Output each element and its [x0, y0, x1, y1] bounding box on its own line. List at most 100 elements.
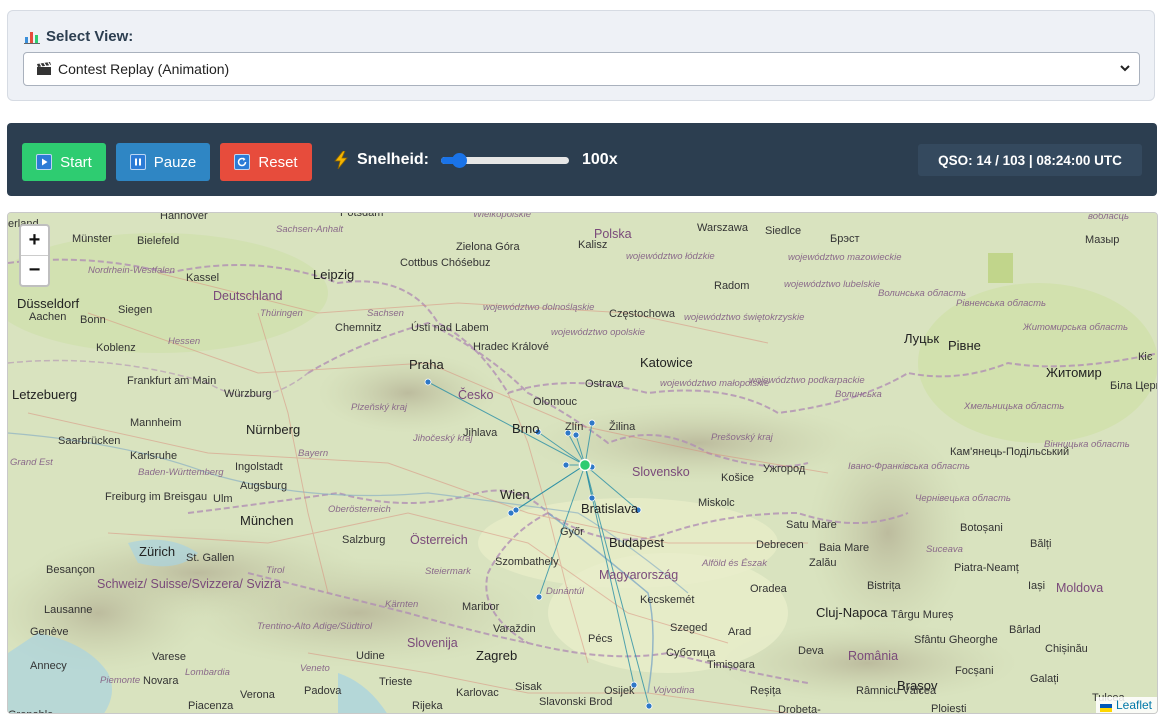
map-label: Radom [714, 280, 750, 292]
lightning-icon [334, 151, 348, 169]
map-label: Genève [30, 626, 69, 638]
view-selector-panel: Select View: Contest Replay (Animation) [7, 10, 1155, 101]
map-label: Kalisz [578, 239, 608, 251]
qso-station-marker [588, 419, 596, 427]
map-label: Wielkopolskie [473, 212, 531, 220]
map-label: Steiermark [425, 566, 471, 577]
map-label: Novara [143, 675, 179, 687]
map-label: Iași [1028, 580, 1046, 592]
map-label: Hradec Králové [473, 341, 549, 353]
map-label: Ужгород [763, 463, 806, 475]
ukraine-flag-icon [1099, 701, 1112, 712]
map-label: Jihočeský kraj [413, 433, 473, 444]
map-label: Piacenza [188, 700, 234, 712]
bar-chart-icon [24, 29, 40, 44]
map-label: Хмельницька область [964, 401, 1065, 412]
map-label: Ploiești [931, 703, 967, 714]
map-label: Olomouc [533, 396, 578, 408]
map-label: Sisak [515, 681, 542, 693]
map-label: województwo dolnośląskie [483, 302, 595, 313]
pause-button-label: Pauze [153, 153, 197, 171]
map-label: Brno [512, 421, 540, 436]
map-label: Lausanne [44, 604, 93, 616]
map-label: Grenoble [8, 709, 53, 713]
map-label: Trentino-Alto Adige/Südtirol [257, 621, 373, 632]
zoom-control: + − [19, 224, 50, 287]
view-selector-label: Select View: [24, 28, 133, 45]
map-label: Focșani [955, 665, 994, 677]
map-label: St. Gallen [186, 552, 235, 564]
map-label: Plzeňský kraj [351, 402, 407, 413]
leaflet-link[interactable]: Leaflet [1116, 698, 1152, 712]
map-label: Sachsen [367, 308, 404, 319]
map-label: Cottbus Chóśebuz [400, 257, 491, 269]
map-label: Ústí nad Labem [411, 322, 489, 334]
pause-icon [129, 154, 146, 170]
map-label: Sachsen-Anhalt [276, 224, 344, 235]
map-label: Prešovský kraj [711, 432, 773, 443]
map-label: województwo mazowieckie [788, 252, 902, 263]
speed-label-text: Snelheid: [357, 151, 430, 168]
home-station-marker [578, 458, 592, 472]
map-label: Satu Mare [786, 519, 837, 531]
map-label: Frankfurt am Main [127, 375, 217, 387]
map-label: Oradea [750, 583, 787, 595]
view-select-dropdown[interactable]: Contest Replay (Animation) [23, 52, 1140, 86]
start-button[interactable]: Start [22, 143, 106, 181]
map-label: Dunántúl [546, 586, 585, 597]
map-label: Besançon [46, 564, 95, 576]
map-label: Leipzig [313, 267, 355, 282]
map-label: Częstochowa [609, 308, 676, 320]
speed-value: 100x [582, 151, 618, 168]
map-label: Івано-Франківська область [848, 461, 970, 472]
map-label: Baia Mare [819, 542, 870, 554]
map-label: Praha [409, 357, 444, 372]
map-label: Letzebuerg [12, 387, 78, 402]
map-label: Karlovac [456, 687, 499, 699]
map-label: Râmnicu Vâlcea [856, 685, 937, 697]
pause-button[interactable]: Pauze [116, 143, 210, 181]
map-label: Trieste [379, 676, 413, 688]
map-label: Zalău [809, 557, 837, 569]
map-label: Hessen [168, 336, 201, 347]
speed-label: Snelheid: [333, 151, 429, 169]
map-label: Slovensko [632, 465, 690, 479]
map-label: Житомир [1046, 365, 1102, 380]
map-label: Брэст [830, 233, 860, 245]
map-label: Miskolc [698, 497, 735, 509]
map-label: Суботица [666, 647, 716, 659]
map-label: Botoșani [960, 522, 1003, 534]
map-label: Budapest [609, 535, 664, 550]
map-label: Bayern [298, 448, 329, 459]
map-label: województwo opolskie [551, 327, 645, 338]
map-label: Maribor [462, 601, 500, 613]
map-label: Siegen [118, 304, 153, 316]
map-label: Zielona Góra [456, 241, 520, 253]
map-label: Cluj-Napoca [816, 605, 888, 620]
map-attribution[interactable]: Leaflet [1095, 697, 1157, 713]
speed-slider-thumb[interactable] [451, 153, 467, 168]
start-button-label: Start [60, 153, 92, 171]
map-label: Suceava [926, 544, 963, 555]
map-label: Karlsruhe [130, 450, 178, 462]
map-label: Bârlad [1009, 624, 1041, 636]
map-label: Siedlce [765, 225, 802, 237]
speed-slider[interactable] [441, 153, 569, 168]
reset-button[interactable]: Reset [220, 143, 312, 181]
map-label: Vojvodina [653, 685, 695, 696]
map-label: Lombardia [185, 667, 230, 678]
chevron-down-icon [1120, 65, 1130, 72]
map-label: Deva [798, 645, 824, 657]
map-label: Drobeta- [778, 704, 821, 714]
map-label: Győr [560, 526, 584, 538]
reset-button-label: Reset [258, 153, 298, 171]
map-label: Österreich [410, 533, 468, 547]
zoom-in-button[interactable]: + [21, 226, 48, 256]
map-label: Szombathely [495, 556, 559, 568]
zoom-out-button[interactable]: − [21, 256, 48, 285]
map[interactable]: erlandHannoverPotsdamWielkopolskiePolska… [7, 212, 1158, 714]
map-label: Ingolstadt [235, 461, 283, 473]
map-label: Thüringen [260, 308, 303, 319]
map-label: Nürnberg [246, 422, 301, 437]
map-label: Мазыр [1085, 234, 1120, 246]
